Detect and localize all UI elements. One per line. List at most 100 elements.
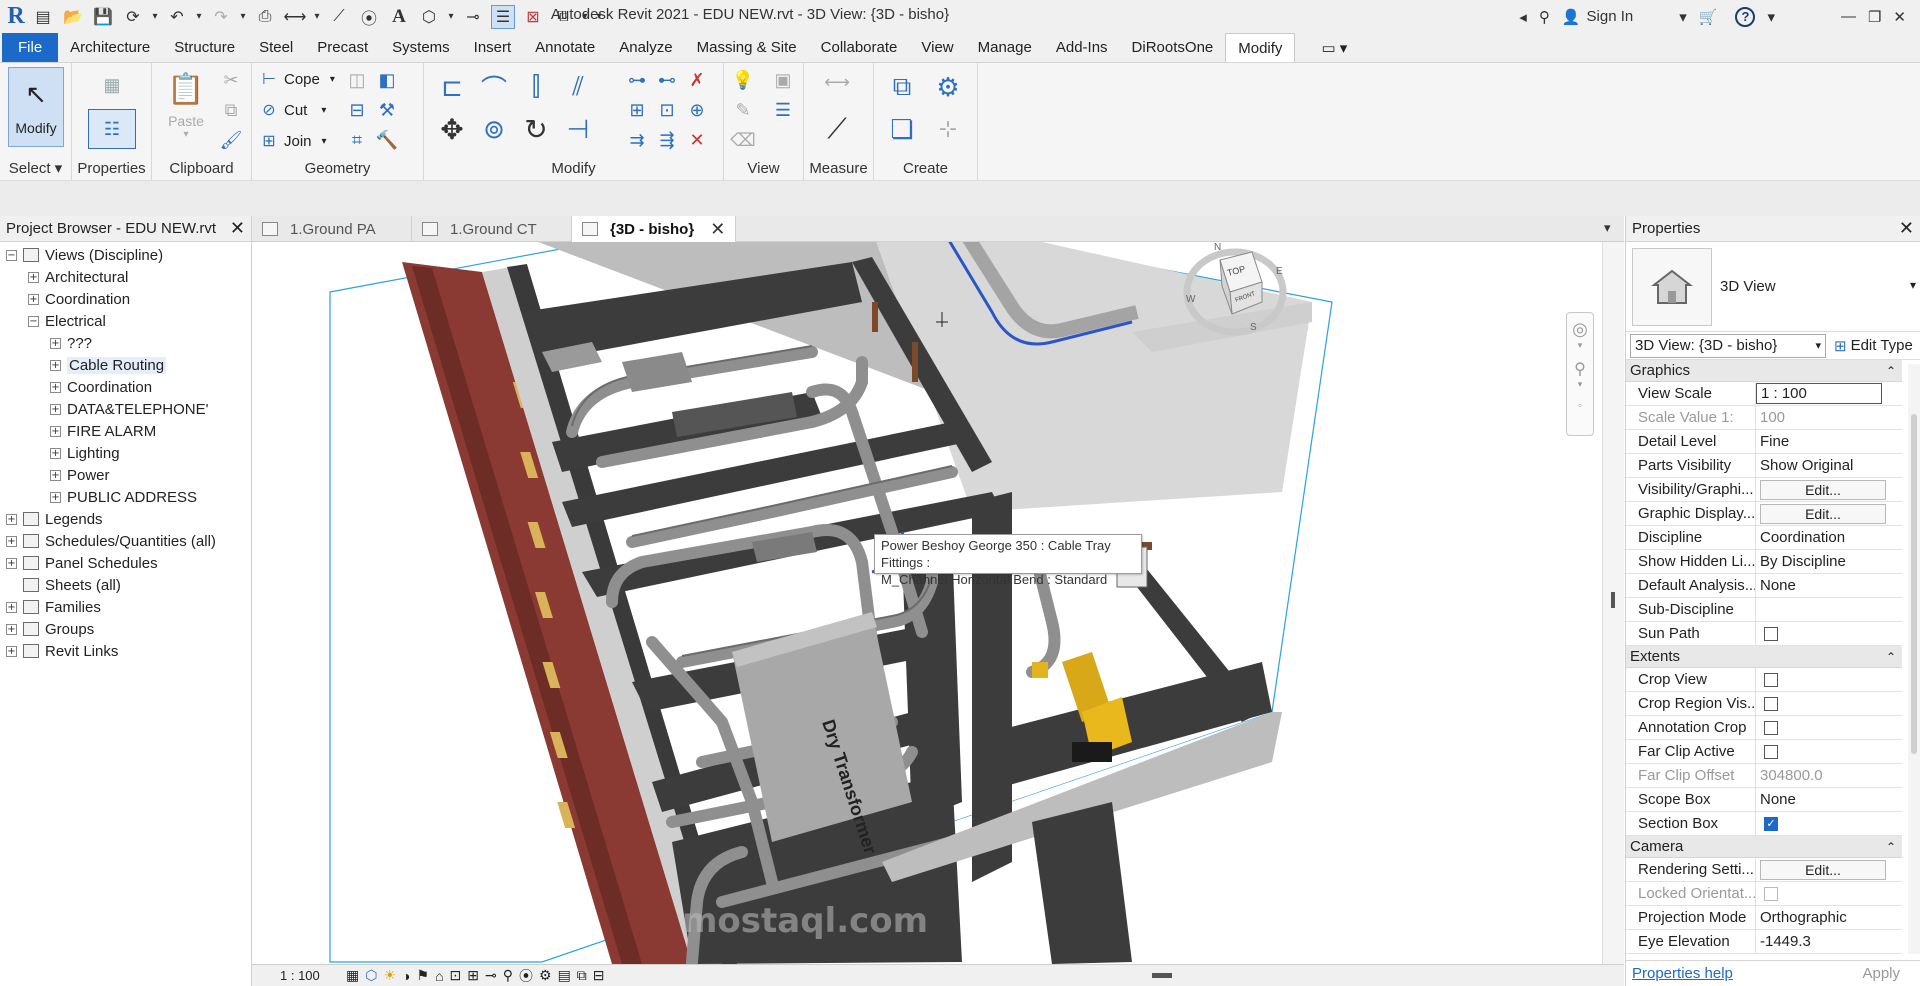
browser-item[interactable]: +??? [0, 332, 251, 354]
tab-add-ins[interactable]: Add-Ins [1044, 33, 1120, 62]
property-value[interactable]: Orthographic [1756, 906, 1902, 929]
minimize-icon[interactable]: — [1841, 8, 1856, 25]
tab-massing-site[interactable]: Massing & Site [685, 33, 809, 62]
restore-icon[interactable]: ❐ [1868, 8, 1881, 26]
property-value[interactable]: Fine [1756, 430, 1902, 453]
tab-steel[interactable]: Steel [247, 33, 305, 62]
chevron-down-icon[interactable]: ▾ [237, 5, 249, 29]
type-selector[interactable]: 3D View ▾ [1626, 242, 1920, 332]
join-roof-icon[interactable]: ⌗ [344, 127, 370, 153]
browser-item[interactable]: + Power [0, 464, 251, 486]
visual-style-icon[interactable]: ⬡ [365, 967, 377, 984]
text-icon[interactable]: A [387, 5, 411, 29]
browser-item[interactable]: + Revit Links [0, 640, 251, 662]
tab-modify[interactable]: Modify [1225, 33, 1296, 62]
property-group-header[interactable]: Extents ⌃ [1626, 646, 1902, 668]
paste-button[interactable]: 📋 Paste ▾ [162, 69, 210, 141]
split-gap-icon[interactable]: ⊷ [654, 67, 680, 93]
wall-joins-icon[interactable]: ⊟ [344, 97, 370, 123]
reveal-hidden-icon[interactable]: ⦿ [519, 966, 533, 986]
property-checkbox[interactable]: ✓ [1764, 816, 1778, 831]
expand-icon[interactable]: + [50, 403, 61, 415]
tab-structure[interactable]: Structure [162, 33, 247, 62]
chevron-down-icon[interactable]: ▾ [1679, 8, 1687, 26]
browser-item[interactable]: + Cable Routing [0, 354, 251, 376]
edit-button[interactable]: Edit... [1760, 503, 1886, 524]
eraser-icon[interactable]: ⌫ [730, 127, 756, 153]
expand-icon[interactable]: + [50, 359, 61, 371]
sign-in-button[interactable]: 👤 Sign In [1562, 8, 1633, 26]
edit-button[interactable]: Edit... [1760, 859, 1886, 880]
browser-item[interactable]: + PUBLIC ADDRESS [0, 486, 251, 508]
hammer-icon[interactable]: 🔨 [374, 127, 400, 153]
cart-icon[interactable]: 🛒 [1699, 8, 1718, 26]
print-icon[interactable]: ⎙ [253, 5, 277, 29]
property-checkbox[interactable] [1764, 672, 1778, 687]
render-icon[interactable]: ⚑ [417, 967, 430, 984]
expand-icon[interactable]: + [50, 469, 61, 481]
close-icon[interactable]: ✕ [1893, 8, 1906, 26]
browser-item[interactable]: + Schedules/Quantities (all) [0, 530, 251, 552]
property-value[interactable]: None [1756, 574, 1902, 597]
move-icon[interactable]: ✥ [434, 111, 470, 147]
edit-type-button[interactable]: ⊞ Edit Type [1834, 337, 1913, 355]
binoculars-icon[interactable]: ⚲ [1539, 8, 1550, 26]
open-icon[interactable]: 📂 [61, 5, 85, 29]
linework-icon[interactable]: ✎ [730, 97, 756, 123]
create-assembly-icon[interactable]: ⧉ [882, 69, 922, 105]
sun-path-icon[interactable]: ☀ [383, 967, 396, 984]
zoom-icon[interactable]: ⚲ [1574, 359, 1586, 379]
close-icon[interactable]: ✕ [710, 219, 725, 240]
tab-dirootsone[interactable]: DiRootsOne [1120, 33, 1226, 62]
expand-icon[interactable]: + [50, 337, 61, 349]
browser-item[interactable]: + Panel Schedules [0, 552, 251, 574]
chevron-down-icon[interactable]: ▾ [311, 5, 323, 29]
tab-systems[interactable]: Systems [380, 33, 462, 62]
browser-item[interactable]: + Lighting [0, 442, 251, 464]
property-group-header[interactable]: Camera ⌃ [1626, 836, 1902, 858]
create-parts-icon[interactable]: ⚙ [928, 69, 968, 105]
view-tab[interactable]: {3D - bisho} ✕ [572, 216, 737, 242]
chevron-down-icon[interactable]: ▾ [445, 5, 457, 29]
chevron-down-icon[interactable]: ▾ [1767, 8, 1775, 26]
scroll-thumb[interactable] [1611, 592, 1615, 608]
property-value[interactable]: 1 : 100 [1756, 383, 1882, 404]
browser-item[interactable]: + DATA&TELEPHONE' [0, 398, 251, 420]
create-similar-icon[interactable]: ⊹ [928, 111, 968, 147]
properties-scroll-thumb[interactable] [1911, 414, 1917, 754]
customize-qat-icon[interactable]: ▾ [593, 5, 605, 29]
browser-item[interactable]: + Coordination [0, 288, 251, 310]
chevron-down-icon[interactable]: ▾ [1578, 340, 1583, 351]
cut-geometry-button[interactable]: ⊘ Cut ▾ [258, 98, 326, 122]
select-dropdown[interactable]: Select ▾ [0, 159, 71, 179]
3d-view-icon[interactable]: ⬡ [417, 5, 441, 29]
expand-icon[interactable]: + [6, 623, 17, 635]
unlocked-3d-icon[interactable]: ⊸ [485, 967, 497, 984]
thin-lines-icon[interactable]: ☰ [491, 4, 515, 29]
copy-element-icon[interactable]: ⊚ [476, 111, 512, 147]
save-icon[interactable]: 💾 [91, 5, 115, 29]
align-icon[interactable]: ⊏ [434, 69, 470, 105]
expand-icon[interactable]: + [6, 601, 17, 613]
expand-icon[interactable]: + [6, 557, 17, 569]
property-value[interactable]: Show Original [1756, 454, 1902, 477]
offset-icon[interactable]: ⌒ [476, 69, 512, 105]
tag-icon[interactable]: ⦿ [357, 5, 381, 29]
shadows-icon[interactable]: ◑ [402, 968, 410, 984]
property-checkbox[interactable] [1764, 696, 1778, 711]
redo-icon[interactable]: ↷ [209, 5, 233, 29]
3d-viewport[interactable]: Dry Transformer mostaql.com Power Beshoy… [252, 242, 1602, 964]
property-checkbox[interactable] [1764, 720, 1778, 735]
chevron-down-icon[interactable]: ▾ [1910, 278, 1916, 292]
tab-architecture[interactable]: Architecture [58, 33, 162, 62]
property-group-header[interactable]: Graphics ⌃ [1626, 360, 1902, 382]
view-tab[interactable]: 1.Ground PA [252, 216, 412, 242]
edit-button[interactable]: Edit... [1760, 479, 1886, 500]
properties-icon[interactable]: ☷ [88, 109, 136, 149]
expand-icon[interactable]: + [28, 293, 39, 305]
demolish-icon[interactable]: ⚒ [374, 97, 400, 123]
collapse-icon[interactable]: − [6, 249, 17, 261]
app-menu-icon[interactable]: ▤ [31, 5, 55, 29]
browser-item[interactable]: + Groups [0, 618, 251, 640]
analytical-icon[interactable]: ⧉ [577, 967, 587, 984]
